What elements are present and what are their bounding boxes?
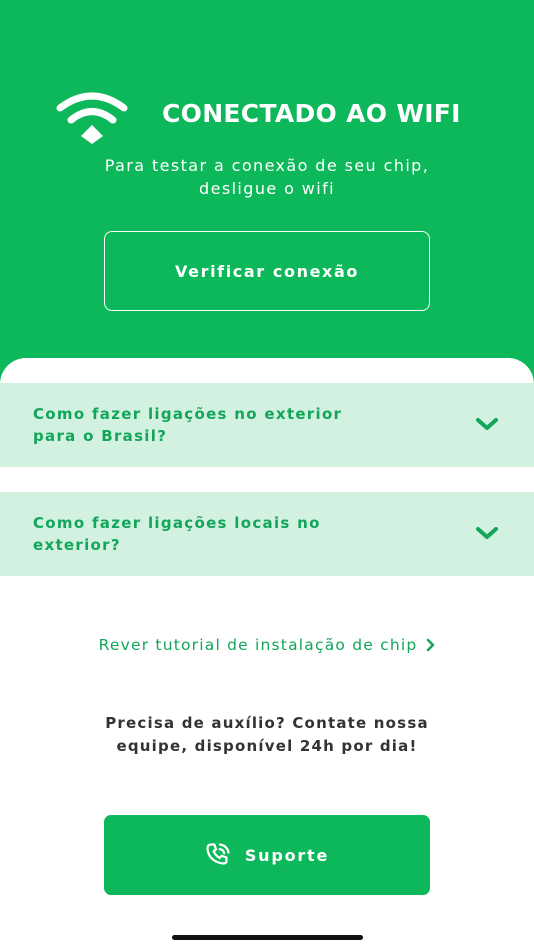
verify-connection-button[interactable]: Verificar conexão	[104, 231, 430, 311]
wifi-status-title: CONECTADO AO WIFI	[162, 99, 461, 128]
faq-question-line-2: para o Brasil?	[33, 427, 168, 445]
help-message-line-2: equipe, disponível 24h por dia!	[116, 737, 418, 755]
wifi-instruction-line-1: Para testar a conexão de seu chip,	[104, 156, 430, 175]
wifi-instruction: Para testar a conexão de seu chip, desli…	[0, 154, 534, 200]
chevron-right-icon	[427, 638, 435, 652]
wifi-instruction-line-2: desligue o wifi	[199, 179, 335, 198]
review-tutorial-link[interactable]: Rever tutorial de instalação de chip	[0, 633, 534, 657]
support-button-label: Suporte	[244, 845, 330, 865]
faq-item-international-calls[interactable]: Como fazer ligações no exterior para o B…	[0, 383, 534, 467]
faq-item-local-calls[interactable]: Como fazer ligações locais no exterior?	[0, 492, 534, 576]
help-message: Precisa de auxílio? Contate nossa equipe…	[0, 712, 534, 758]
faq-question-line-1: Como fazer ligações no exterior	[33, 405, 343, 423]
faq-question-line-1: Como fazer ligações locais no	[33, 514, 321, 532]
home-indicator[interactable]	[172, 935, 363, 940]
chevron-down-icon[interactable]	[474, 415, 500, 433]
wifi-icon	[56, 92, 128, 144]
faq-question: Como fazer ligações no exterior para o B…	[33, 403, 413, 447]
phone-call-icon	[206, 843, 230, 865]
review-tutorial-label: Rever tutorial de instalação de chip	[98, 636, 418, 654]
faq-question-line-2: exterior?	[33, 536, 121, 554]
help-message-line-1: Precisa de auxílio? Contate nossa	[105, 714, 429, 732]
chevron-down-icon[interactable]	[474, 524, 500, 542]
faq-question: Como fazer ligações locais no exterior?	[33, 512, 413, 556]
wifi-header: CONECTADO AO WIFI Para testar a conexão …	[0, 0, 534, 400]
wifi-status-screen: CONECTADO AO WIFI Para testar a conexão …	[0, 0, 534, 950]
support-button[interactable]: Suporte	[104, 815, 430, 895]
wifi-status-row: CONECTADO AO WIFI	[0, 84, 534, 144]
